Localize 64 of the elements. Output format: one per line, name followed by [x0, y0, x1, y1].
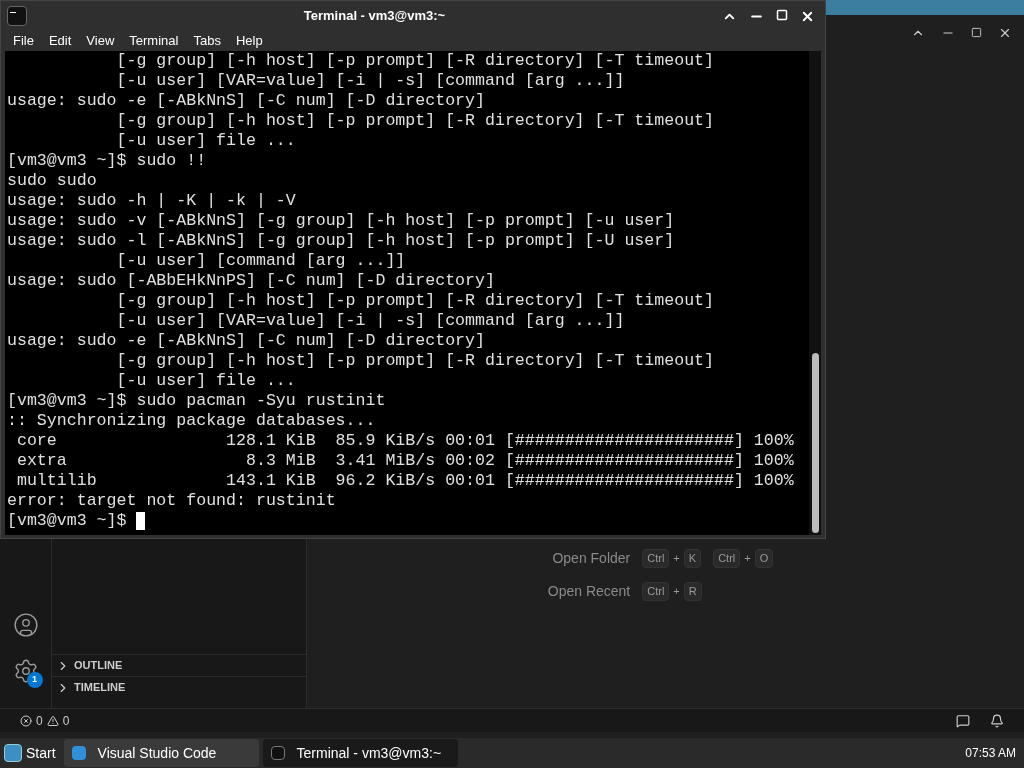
- clock[interactable]: 07:53 AM: [965, 744, 1020, 762]
- terminal-line: extra 8.3 MiB 3.41 MiB/s 00:02 [######################] 100%: [15, 451, 795, 471]
- terminal-line: [-g group] [-h host] [-p prompt] [-R directory] [-T timeout]: [115, 111, 715, 131]
- terminal-line: usage: sudo -l [-ABkNnS] [-g group] [-h host] [-p prompt] [-U user]: [7, 231, 676, 251]
- terminal-prompt: [vm3@vm3 ~]$: [7, 511, 128, 531]
- terminal-line: sudo sudo: [7, 171, 98, 191]
- taskbar-task[interactable]: Visual Studio Code: [63, 739, 259, 767]
- feedback-icon[interactable]: [956, 713, 970, 728]
- terminal-line: [vm3@vm3 ~]$ sudo pacman -Syu rustinit: [7, 391, 387, 411]
- settings-icon[interactable]: [12, 658, 39, 684]
- key-cap: R: [683, 582, 702, 601]
- terminal-line: usage: sudo -e [-ABkNnS] [-C num] [-D directory]: [7, 91, 486, 111]
- warning-icon: [46, 714, 59, 727]
- terminal-line: usage: sudo -h | -K | -k | -V: [7, 191, 297, 211]
- menu-item[interactable]: Terminal: [129, 31, 179, 51]
- terminal-line: [-u user] [command [arg ...]]: [115, 251, 407, 271]
- plus-sign: +: [744, 551, 751, 567]
- scrollbar-thumb[interactable]: [811, 353, 819, 533]
- terminal-line: error: target not found: rustinit: [7, 491, 337, 511]
- terminal-line: [-u user] [VAR=value] [-i | -s] [command [arg ...]]: [115, 71, 626, 91]
- key-cap: K: [683, 549, 702, 568]
- key-cap: Ctrl: [713, 549, 741, 568]
- maximize-icon[interactable]: [971, 27, 982, 38]
- terminal-line: :: Synchronizing package databases...: [7, 411, 377, 431]
- key-cap: Ctrl: [642, 582, 670, 601]
- taskbar-task[interactable]: Terminal - vm3@vm3:~: [262, 739, 458, 767]
- terminal-line: [-g group] [-h host] [-p prompt] [-R directory] [-T timeout]: [115, 291, 715, 311]
- menu-item[interactable]: Tabs: [193, 31, 221, 51]
- account-icon[interactable]: [12, 612, 39, 638]
- key-cap: Ctrl: [642, 549, 670, 568]
- shortcut-label[interactable]: Open Folder: [547, 548, 631, 569]
- terminal-line: [-u user] [VAR=value] [-i | -s] [command [arg ...]]: [115, 311, 626, 331]
- error-count[interactable]: 0: [36, 711, 43, 730]
- notification-badge: 1: [26, 672, 43, 688]
- terminal-line: core 128.1 KiB 85.9 KiB/s 00:01 [######################] 100%: [15, 431, 795, 451]
- terminal-line: [-u user] file ...: [115, 131, 297, 151]
- app-icon: [270, 746, 285, 760]
- terminal-line: [-g group] [-h host] [-p prompt] [-R directory] [-T timeout]: [115, 351, 715, 371]
- shortcut-label[interactable]: Open Recent: [547, 581, 631, 602]
- terminal-line: usage: sudo -e [-ABkNnS] [-C num] [-D directory]: [7, 331, 486, 351]
- plus-sign: +: [673, 584, 680, 600]
- sidebar-section-header[interactable]: OUTLINE: [52, 654, 306, 676]
- terminal-line: usage: sudo -v [-ABkNnS] [-g group] [-h host] [-p prompt] [-u user]: [7, 211, 676, 231]
- warning-count[interactable]: 0: [62, 711, 70, 730]
- menu-item[interactable]: Edit: [48, 31, 72, 51]
- error-icon: [20, 714, 32, 727]
- window-title: Terminal - vm3@vm3:~: [302, 7, 447, 26]
- terminal-line: usage: sudo [-ABbEHkNnPS] [-C num] [-D directory]: [7, 271, 496, 291]
- terminal-line: multilib 143.1 KiB 96.2 KiB/s 00:01 [######################] 100%: [15, 471, 795, 491]
- menu-item[interactable]: Help: [235, 31, 263, 51]
- sidebar-section-header[interactable]: TIMELINE: [52, 676, 306, 698]
- text-cursor: [136, 512, 146, 530]
- terminal-line: [-g group] [-h host] [-p prompt] [-R directory] [-T timeout]: [115, 51, 715, 71]
- menu-item[interactable]: View: [86, 31, 115, 51]
- key-cap: O: [754, 549, 774, 568]
- menu-item[interactable]: File: [13, 31, 34, 51]
- bell-icon[interactable]: [990, 713, 1004, 728]
- start-button[interactable]: Start: [4, 742, 60, 764]
- terminal-line: [vm3@vm3 ~]$ sudo !!: [7, 151, 208, 171]
- terminal-line: [-u user] file ...: [115, 371, 297, 391]
- start-icon: [4, 744, 22, 762]
- terminal-app-icon: [7, 6, 27, 26]
- app-icon: [71, 746, 86, 760]
- plus-sign: +: [673, 551, 680, 567]
